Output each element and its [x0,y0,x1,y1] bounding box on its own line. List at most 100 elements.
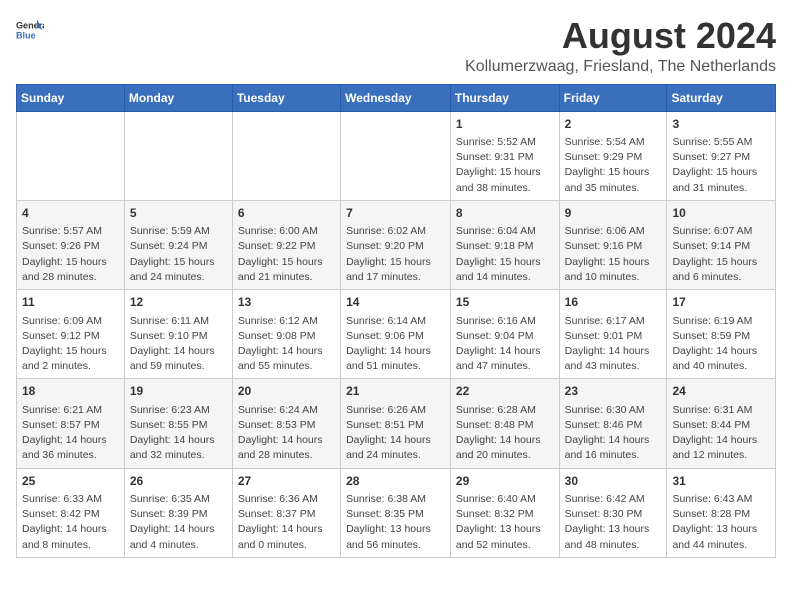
day-info: Sunrise: 6:42 AM Sunset: 8:30 PM Dayligh… [565,492,662,553]
calendar-cell: 16Sunrise: 6:17 AM Sunset: 9:01 PM Dayli… [559,290,667,379]
day-info: Sunrise: 5:55 AM Sunset: 9:27 PM Dayligh… [672,135,770,196]
calendar-body: 1 Sunrise: 5:52 AM Sunset: 9:31 PM Daylig… [17,111,776,557]
calendar-cell: 9Sunrise: 6:06 AM Sunset: 9:16 PM Daylig… [559,200,667,289]
day-info: Sunrise: 6:33 AM Sunset: 8:42 PM Dayligh… [22,492,119,553]
calendar-cell: 2 Sunrise: 5:54 AM Sunset: 9:29 PM Daylig… [559,111,667,200]
day-info: Sunrise: 6:17 AM Sunset: 9:01 PM Dayligh… [565,314,662,375]
calendar-header-row: SundayMondayTuesdayWednesdayThursdayFrid… [17,84,776,111]
calendar-cell: 22 Sunrise: 6:28 AM Sunset: 8:48 PM Dayli… [450,379,559,468]
subtitle: Kollumerzwaag, Friesland, The Netherland… [465,58,776,76]
day-info: Sunrise: 6:31 AM Sunset: 8:44 PM Dayligh… [672,403,770,464]
day-info: Sunrise: 5:59 AM Sunset: 9:24 PM Dayligh… [130,224,227,285]
logo-icon: General Blue [16,16,44,44]
day-info: Sunrise: 6:40 AM Sunset: 8:32 PM Dayligh… [456,492,554,553]
calendar-cell: 15Sunrise: 6:16 AM Sunset: 9:04 PM Dayli… [450,290,559,379]
logo: General Blue [16,16,44,44]
calendar-cell: 29 Sunrise: 6:40 AM Sunset: 8:32 PM Dayli… [450,468,559,557]
day-info: Sunrise: 6:14 AM Sunset: 9:06 PM Dayligh… [346,314,445,375]
calendar-week-row: 18 Sunrise: 6:21 AM Sunset: 8:57 PM Dayli… [17,379,776,468]
day-number: 22 [456,383,554,400]
calendar-cell: 20 Sunrise: 6:24 AM Sunset: 8:53 PM Dayli… [232,379,340,468]
day-number: 24 [672,383,770,400]
day-info: Sunrise: 6:02 AM Sunset: 9:20 PM Dayligh… [346,224,445,285]
calendar-header-cell: Tuesday [232,84,340,111]
calendar-header-cell: Sunday [17,84,125,111]
calendar-cell: 12 Sunrise: 6:11 AM Sunset: 9:10 PM Dayli… [124,290,232,379]
day-info: Sunrise: 6:23 AM Sunset: 8:55 PM Dayligh… [130,403,227,464]
calendar-cell: 6 Sunrise: 6:00 AM Sunset: 9:22 PM Daylig… [232,200,340,289]
calendar-week-row: 11Sunrise: 6:09 AM Sunset: 9:12 PM Dayli… [17,290,776,379]
day-info: Sunrise: 6:04 AM Sunset: 9:18 PM Dayligh… [456,224,554,285]
svg-text:Blue: Blue [16,30,36,40]
day-number: 20 [238,383,335,400]
day-info: Sunrise: 6:16 AM Sunset: 9:04 PM Dayligh… [456,314,554,375]
day-number: 25 [22,473,119,490]
day-number: 5 [130,205,227,222]
day-number: 28 [346,473,445,490]
day-number: 14 [346,294,445,311]
day-number: 31 [672,473,770,490]
day-number: 26 [130,473,227,490]
day-number: 9 [565,205,662,222]
calendar-cell: 3 Sunrise: 5:55 AM Sunset: 9:27 PM Daylig… [667,111,776,200]
calendar-week-row: 25 Sunrise: 6:33 AM Sunset: 8:42 PM Dayli… [17,468,776,557]
day-info: Sunrise: 5:54 AM Sunset: 9:29 PM Dayligh… [565,135,662,196]
day-info: Sunrise: 5:57 AM Sunset: 9:26 PM Dayligh… [22,224,119,285]
header: General Blue August 2024 Kollumerzwaag, … [16,16,776,76]
calendar-table: SundayMondayTuesdayWednesdayThursdayFrid… [16,84,776,558]
day-info: Sunrise: 6:21 AM Sunset: 8:57 PM Dayligh… [22,403,119,464]
calendar-header-cell: Saturday [667,84,776,111]
calendar-cell: 7 Sunrise: 6:02 AM Sunset: 9:20 PM Daylig… [341,200,451,289]
day-info: Sunrise: 6:36 AM Sunset: 8:37 PM Dayligh… [238,492,335,553]
day-info: Sunrise: 6:00 AM Sunset: 9:22 PM Dayligh… [238,224,335,285]
day-number: 27 [238,473,335,490]
calendar-cell [341,111,451,200]
day-info: Sunrise: 6:09 AM Sunset: 9:12 PM Dayligh… [22,314,119,375]
day-info: Sunrise: 6:24 AM Sunset: 8:53 PM Dayligh… [238,403,335,464]
day-info: Sunrise: 5:52 AM Sunset: 9:31 PM Dayligh… [456,135,554,196]
calendar-cell: 19 Sunrise: 6:23 AM Sunset: 8:55 PM Dayli… [124,379,232,468]
calendar-cell: 27 Sunrise: 6:36 AM Sunset: 8:37 PM Dayli… [232,468,340,557]
calendar-cell: 21Sunrise: 6:26 AM Sunset: 8:51 PM Dayli… [341,379,451,468]
day-info: Sunrise: 6:12 AM Sunset: 9:08 PM Dayligh… [238,314,335,375]
day-info: Sunrise: 6:43 AM Sunset: 8:28 PM Dayligh… [672,492,770,553]
calendar-header-cell: Thursday [450,84,559,111]
calendar-cell: 5 Sunrise: 5:59 AM Sunset: 9:24 PM Daylig… [124,200,232,289]
day-info: Sunrise: 6:38 AM Sunset: 8:35 PM Dayligh… [346,492,445,553]
calendar-cell: 1 Sunrise: 5:52 AM Sunset: 9:31 PM Daylig… [450,111,559,200]
calendar-cell [232,111,340,200]
day-number: 13 [238,294,335,311]
day-number: 2 [565,116,662,133]
calendar-cell: 17 Sunrise: 6:19 AM Sunset: 8:59 PM Dayli… [667,290,776,379]
day-number: 12 [130,294,227,311]
day-info: Sunrise: 6:28 AM Sunset: 8:48 PM Dayligh… [456,403,554,464]
calendar-header-cell: Monday [124,84,232,111]
day-number: 19 [130,383,227,400]
calendar-cell [17,111,125,200]
day-number: 29 [456,473,554,490]
calendar-cell: 23Sunrise: 6:30 AM Sunset: 8:46 PM Dayli… [559,379,667,468]
calendar-cell: 31 Sunrise: 6:43 AM Sunset: 8:28 PM Dayli… [667,468,776,557]
day-number: 17 [672,294,770,311]
calendar-cell: 14 Sunrise: 6:14 AM Sunset: 9:06 PM Dayli… [341,290,451,379]
calendar-cell: 18 Sunrise: 6:21 AM Sunset: 8:57 PM Dayli… [17,379,125,468]
day-number: 1 [456,116,554,133]
day-number: 3 [672,116,770,133]
calendar-cell [124,111,232,200]
calendar-cell: 25 Sunrise: 6:33 AM Sunset: 8:42 PM Dayli… [17,468,125,557]
day-number: 7 [346,205,445,222]
main-title: August 2024 [465,16,776,56]
calendar-cell: 11Sunrise: 6:09 AM Sunset: 9:12 PM Dayli… [17,290,125,379]
calendar-header-cell: Wednesday [341,84,451,111]
calendar-cell: 10Sunrise: 6:07 AM Sunset: 9:14 PM Dayli… [667,200,776,289]
day-info: Sunrise: 6:11 AM Sunset: 9:10 PM Dayligh… [130,314,227,375]
day-number: 23 [565,383,662,400]
day-number: 6 [238,205,335,222]
calendar-cell: 13 Sunrise: 6:12 AM Sunset: 9:08 PM Dayli… [232,290,340,379]
day-info: Sunrise: 6:26 AM Sunset: 8:51 PM Dayligh… [346,403,445,464]
calendar-cell: 28 Sunrise: 6:38 AM Sunset: 8:35 PM Dayli… [341,468,451,557]
day-info: Sunrise: 6:19 AM Sunset: 8:59 PM Dayligh… [672,314,770,375]
day-number: 18 [22,383,119,400]
calendar-cell: 4 Sunrise: 5:57 AM Sunset: 9:26 PM Daylig… [17,200,125,289]
day-number: 4 [22,205,119,222]
